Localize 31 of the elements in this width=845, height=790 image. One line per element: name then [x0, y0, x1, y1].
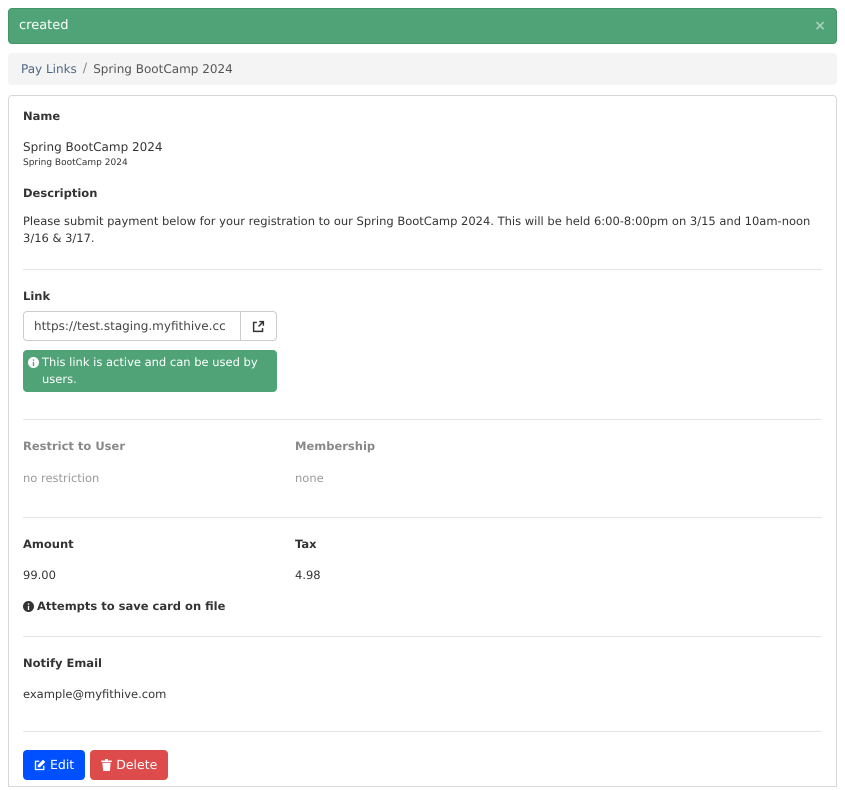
- trash-icon: [101, 759, 112, 771]
- field-label: Tax: [295, 536, 318, 553]
- info-icon: [23, 601, 34, 612]
- name-subtitle: Spring BootCamp 2024: [23, 157, 129, 170]
- email-value: example@myfithive.com: [23, 686, 168, 703]
- open-link-button[interactable]: [241, 311, 277, 342]
- name-value: Spring BootCamp 2024: [23, 139, 164, 156]
- external-link-icon: [252, 320, 265, 333]
- field-value: no restriction: [23, 470, 100, 486]
- status-message: This link is active and can be used by users.: [42, 354, 259, 388]
- edit-icon: [34, 759, 46, 771]
- breadcrumb-separator: /: [82, 60, 88, 78]
- breadcrumb-current: Spring BootCamp 2024: [93, 61, 233, 78]
- field-value: 99.00: [23, 567, 57, 584]
- field-value: none: [295, 470, 325, 486]
- field-label: Description: [23, 184, 98, 202]
- field-value: 4.98: [295, 567, 322, 584]
- delete-button[interactable]: Delete: [90, 750, 168, 780]
- field-label: Notify Email: [23, 654, 103, 672]
- info-icon: [28, 357, 39, 368]
- description-text: Please submit payment below for your registration to our Spring BootCamp 2024. This will be held 6:00-8:00pm on 3/15 and 10am-noon 3/16 & 3/17.: [23, 213, 812, 247]
- edit-button[interactable]: Edit: [23, 750, 86, 780]
- alert-message: created: [19, 17, 69, 36]
- field-label: Membership: [295, 438, 376, 456]
- breadcrumb-link[interactable]: Pay Links: [21, 60, 77, 78]
- link-field[interactable]: https://test.staging.myfithive.cc: [23, 311, 241, 342]
- card-on-file-note: Attempts to save card on file: [37, 598, 226, 616]
- field-label: Link: [23, 288, 52, 305]
- field-label: Name: [23, 108, 62, 125]
- field-label: Amount: [23, 536, 75, 553]
- field-label: Restrict to User: [23, 438, 126, 456]
